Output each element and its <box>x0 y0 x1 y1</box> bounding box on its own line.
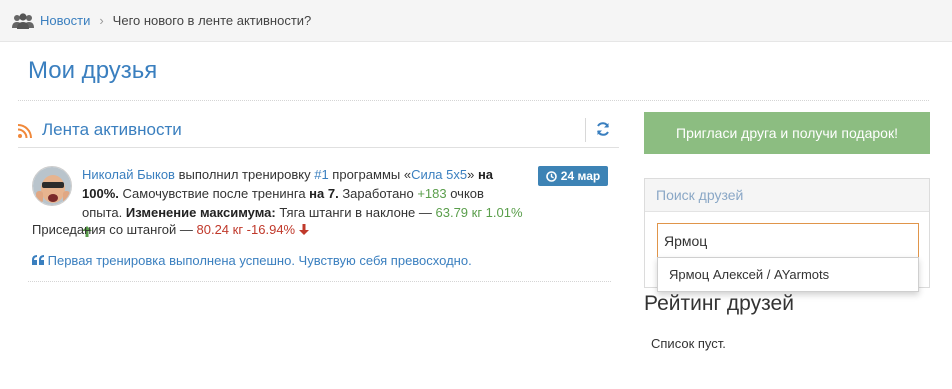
exercise1-value: 63.79 кг 1.01% <box>435 205 523 220</box>
rss-icon <box>18 124 32 138</box>
clock-icon <box>545 170 557 182</box>
users-icon <box>12 12 34 29</box>
friend-search-title: Поиск друзей <box>645 179 929 212</box>
divider <box>28 281 611 282</box>
points-value: +183 <box>417 186 447 201</box>
invite-friend-button[interactable]: Пригласи друга и получи подарок! <box>644 112 930 154</box>
breadcrumb-current: Чего нового в ленте активности? <box>112 13 312 28</box>
date-badge: 24 мар <box>538 166 608 186</box>
program-link[interactable]: Сила 5x5 <box>411 167 467 182</box>
arrow-down-icon <box>298 224 309 235</box>
user-link[interactable]: Николай Быков <box>82 167 175 182</box>
exercise2-value: 80.24 кг -16.94% <box>196 222 296 237</box>
friend-search-input[interactable] <box>657 223 919 258</box>
refresh-icon[interactable] <box>596 122 610 136</box>
avatar[interactable] <box>32 166 72 206</box>
activity-comment: Первая тренировка выполнена успешно. Чув… <box>32 253 472 268</box>
search-suggestion[interactable]: Ярмоц Алексей / AYarmots <box>657 257 919 292</box>
divider <box>18 100 929 101</box>
breadcrumb: Новости › Чего нового в ленте активности… <box>0 0 952 42</box>
avatar-image <box>33 167 71 205</box>
chevron-right-icon: › <box>99 13 104 28</box>
exercise2-line: Приседания со штангой — 80.24 кг -16.94% <box>32 222 309 237</box>
divider <box>585 118 586 142</box>
quote-icon <box>32 255 44 265</box>
feed-title: Лента активности <box>42 120 182 139</box>
breadcrumb-home-link[interactable]: Новости <box>40 13 90 28</box>
feed-header: Лента активности <box>18 116 619 148</box>
workout-link[interactable]: #1 <box>314 167 328 182</box>
friends-rating-title: Рейтинг друзей <box>644 292 794 315</box>
page-title: Мои друзья <box>28 57 158 84</box>
rating-empty-note: Список пуст. <box>651 336 726 351</box>
